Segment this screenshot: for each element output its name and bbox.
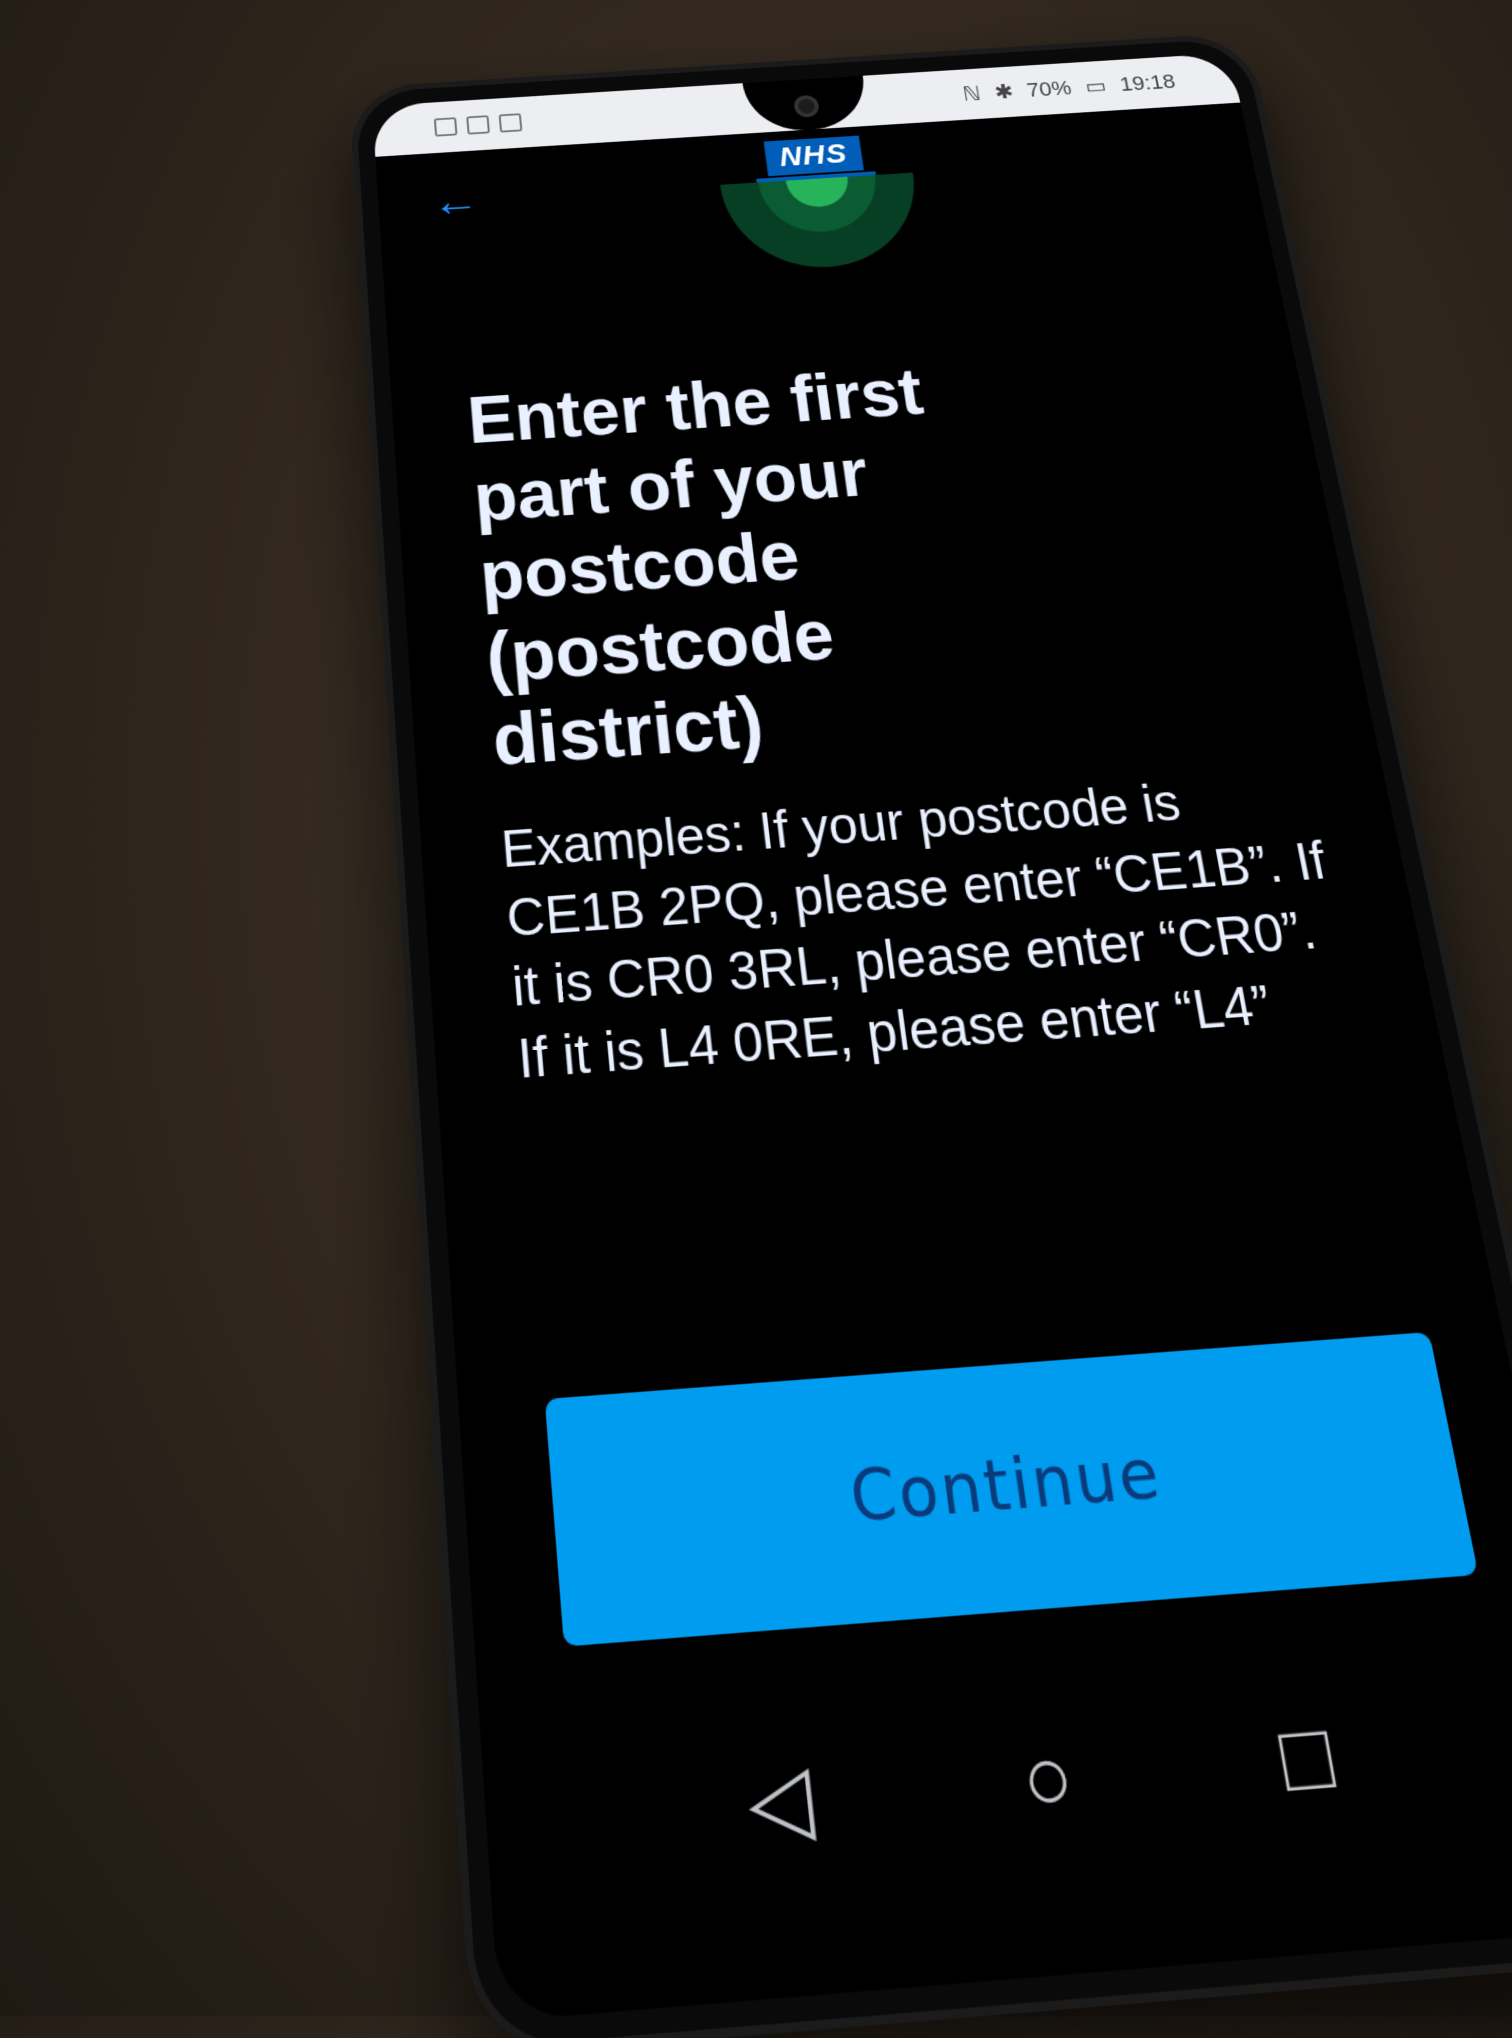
wifi-icon xyxy=(466,115,490,135)
radar-graphic xyxy=(719,172,931,298)
content: Enter the first part of your postcode (p… xyxy=(465,333,1369,1096)
battery-icon: ▭ xyxy=(1083,74,1109,98)
battery-percent: 70% xyxy=(1025,76,1074,102)
radar-rings xyxy=(719,172,928,274)
camera-notch xyxy=(742,75,871,134)
postcode-examples-text: Examples: If your postcode is CE1B 2PQ, … xyxy=(499,772,1331,1091)
scene: ℕ ✱ 70% ▭ 19:18 ← NHS COVID-19 Enter the… xyxy=(0,0,1512,2038)
phone-frame: ℕ ✱ 70% ▭ 19:18 ← NHS COVID-19 Enter the… xyxy=(348,32,1512,2038)
mail-icon xyxy=(498,113,523,133)
nhs-logo-text: NHS xyxy=(763,135,864,177)
page-title: Enter the first part of your postcode (p… xyxy=(464,354,928,781)
status-icons-left xyxy=(433,113,523,137)
bluetooth-icon: ✱ xyxy=(992,79,1016,104)
sim-icon xyxy=(433,117,458,137)
nfc-icon: ℕ xyxy=(961,81,983,106)
clock: 19:18 xyxy=(1117,69,1178,96)
status-icons-right: ℕ ✱ 70% ▭ 19:18 xyxy=(961,70,1177,106)
system-nav-bar: ◁ ○ □ xyxy=(480,1648,1512,1913)
continue-button[interactable]: Continue xyxy=(544,1331,1479,1647)
nav-recents-icon[interactable]: □ xyxy=(1273,1702,1341,1811)
app-screen: ℕ ✱ 70% ▭ 19:18 ← NHS COVID-19 Enter the… xyxy=(371,52,1512,2022)
back-arrow-icon[interactable]: ← xyxy=(430,175,481,226)
nav-back-icon[interactable]: ◁ xyxy=(743,1744,818,1856)
nav-home-icon[interactable]: ○ xyxy=(1015,1723,1080,1833)
